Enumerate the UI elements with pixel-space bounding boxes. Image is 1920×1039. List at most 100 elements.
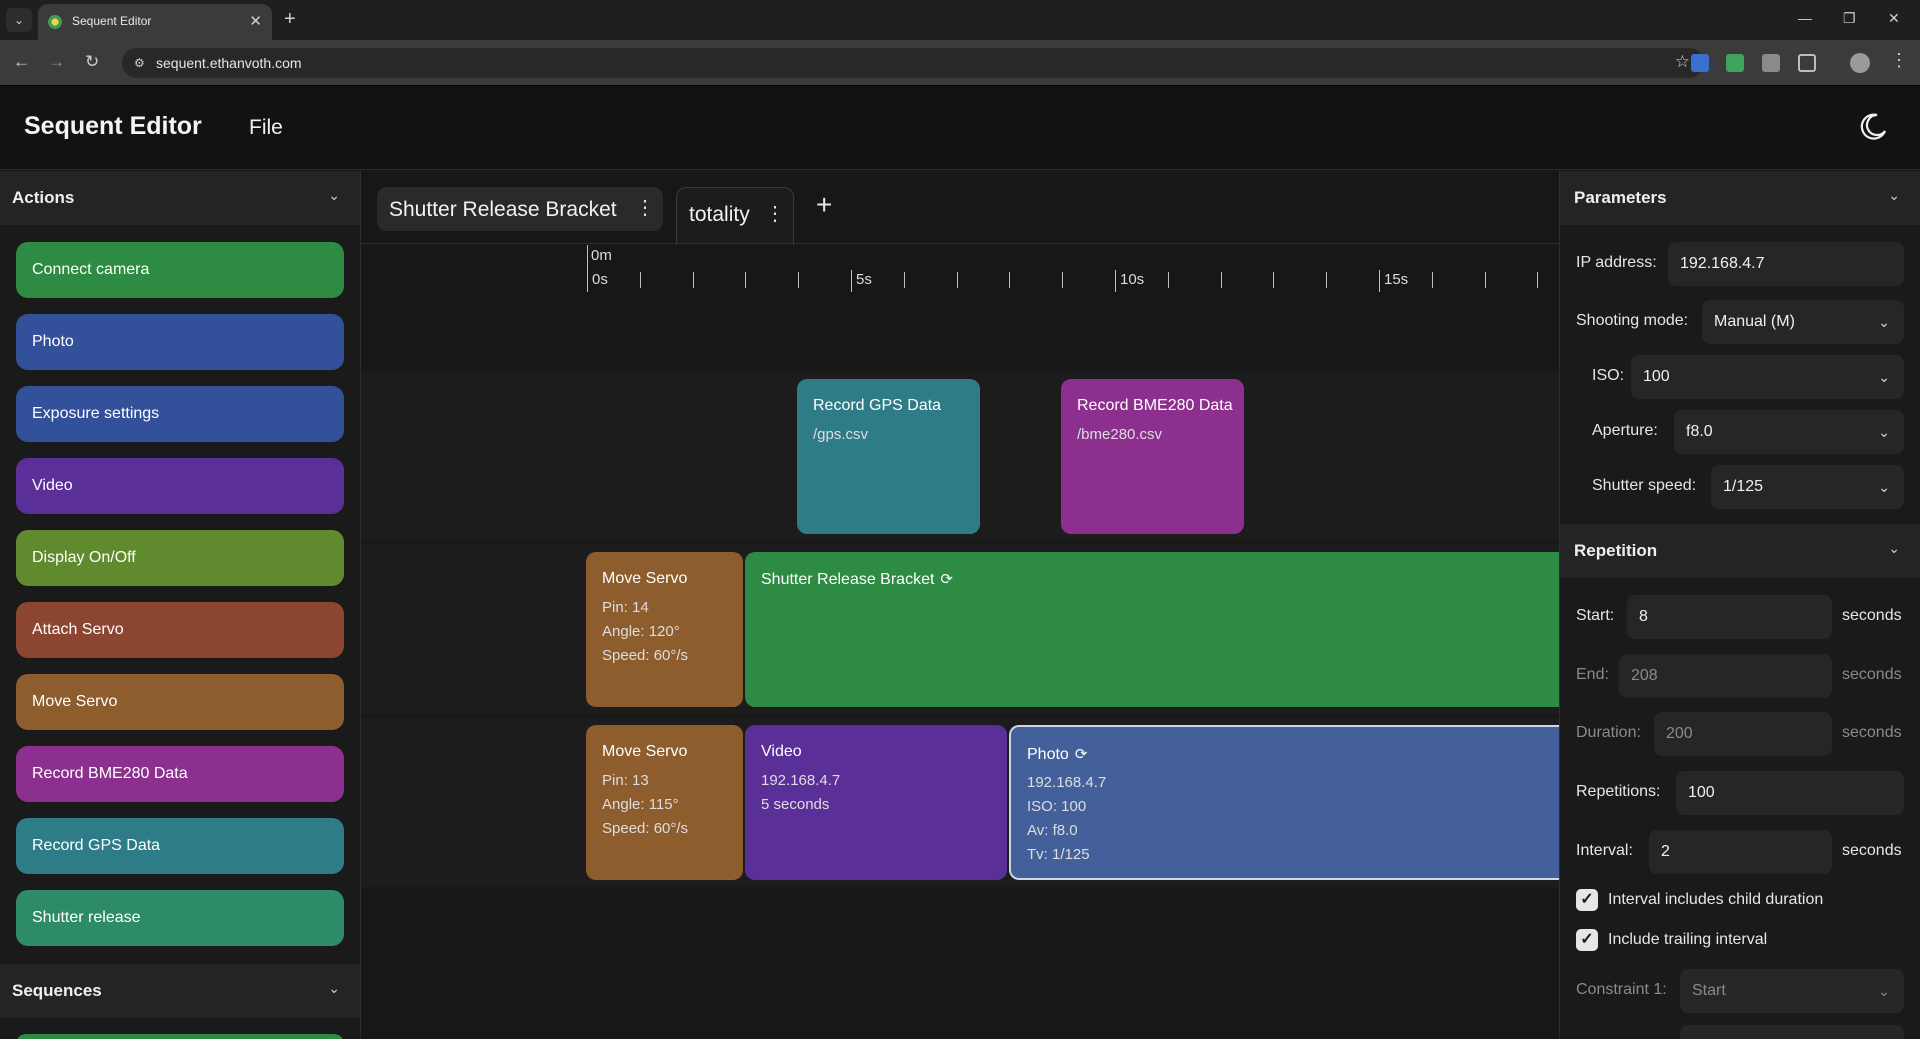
tab-shutter-release-bracket[interactable]: Shutter Release Bracket ⋮ <box>377 187 663 231</box>
chevron-down-icon[interactable]: ⌄ <box>328 980 340 997</box>
block-shutter-release-bracket[interactable]: Shutter Release Bracket ⟳ <box>745 552 1559 707</box>
block-detail: Speed: 60°/s <box>602 820 689 837</box>
shooting-mode-select[interactable]: Manual (M) ⌄ <box>1702 300 1904 344</box>
constraint-select-next[interactable] <box>1680 1025 1904 1039</box>
end-input[interactable]: 208 <box>1619 654 1832 698</box>
action-button[interactable]: Exposure settings <box>16 386 344 442</box>
block-record-bme280-data[interactable]: Record BME280 Data/bme280.csv <box>1061 379 1244 534</box>
block-title-text: Move Servo <box>602 570 688 587</box>
bookmark-star-icon[interactable]: ☆ <box>1675 52 1690 72</box>
extension-icon[interactable] <box>1762 54 1780 72</box>
duration-input[interactable]: 200 <box>1654 712 1832 756</box>
block-detail: 192.168.4.7 <box>1027 774 1107 791</box>
iso-value: 100 <box>1643 368 1670 385</box>
tab-totality[interactable]: totality ⋮ <box>676 187 794 245</box>
block-video[interactable]: Video 192.168.4.7 5 seconds <box>745 725 1007 880</box>
action-button[interactable]: Move Servo <box>16 674 344 730</box>
interval-child-duration-checkbox[interactable]: ✓ <box>1576 889 1598 911</box>
tab-label: Shutter Release Bracket <box>389 198 617 221</box>
iso-select[interactable]: 100 ⌄ <box>1631 355 1904 399</box>
tab-menu-icon[interactable]: ⋮ <box>635 195 655 220</box>
actions-header[interactable]: Actions ⌄ <box>0 171 360 225</box>
repeat-icon: ⟳ <box>1074 746 1088 763</box>
sequences-header[interactable]: Sequences ⌄ <box>0 964 360 1018</box>
moon-icon[interactable] <box>1858 112 1888 147</box>
window-close-icon[interactable]: ✕ <box>1888 10 1900 27</box>
profile-avatar[interactable] <box>1850 53 1870 73</box>
block-move-servo[interactable]: Move Servo Pin: 13 Angle: 115° Speed: 60°/s <box>586 725 743 880</box>
browser-toolbar: ← → ↻ ⚙ sequent.ethanvoth.com ☆ <box>0 40 1920 86</box>
block-record-gps-data[interactable]: Record GPS Data/gps.csv <box>797 379 980 534</box>
start-input[interactable]: 8 <box>1627 595 1832 639</box>
block-photo[interactable]: Photo ⟳ 192.168.4.7 ISO: 100 Av: f8.0 Tv: 1/1… <box>1009 725 1559 880</box>
aperture-select[interactable]: f8.0 ⌄ <box>1674 410 1904 454</box>
ruler-tick <box>640 272 641 288</box>
duration-label: Duration: <box>1576 724 1641 741</box>
chevron-down-icon[interactable]: ⌄ <box>328 187 340 204</box>
repetitions-input[interactable]: 100 <box>1676 771 1904 815</box>
action-button[interactable]: Display On/Off <box>16 530 344 586</box>
ruler-tick <box>1115 270 1116 292</box>
ruler-minute-label: 0m <box>591 247 612 264</box>
chevron-down-icon[interactable]: ⌄ <box>1888 187 1900 204</box>
app-title: Sequent Editor <box>24 112 202 140</box>
extensions-puzzle-icon[interactable] <box>1798 54 1816 72</box>
file-menu[interactable]: File <box>249 116 283 140</box>
browser-tab[interactable]: Sequent Editor ✕ <box>38 4 272 40</box>
reload-icon[interactable]: ↻ <box>85 52 99 72</box>
new-tab-button[interactable]: + <box>284 8 296 31</box>
action-button[interactable]: Record GPS Data <box>16 818 344 874</box>
add-sequence-button[interactable]: + <box>816 189 832 221</box>
block-move-servo[interactable]: Move Servo Pin: 14 Angle: 120° Speed: 60°/s <box>586 552 743 707</box>
repetition-header[interactable]: Repetition ⌄ <box>1560 524 1920 578</box>
sequence-item[interactable] <box>16 1034 344 1039</box>
ip-label: IP address: <box>1576 254 1657 271</box>
action-button[interactable]: Shutter release <box>16 890 344 946</box>
aperture-value: f8.0 <box>1686 423 1713 440</box>
extension-icon[interactable] <box>1691 54 1709 72</box>
chevron-down-icon[interactable]: ⌄ <box>1888 540 1900 557</box>
minimize-icon[interactable]: — <box>1798 10 1812 26</box>
extension-icon[interactable] <box>1726 54 1744 72</box>
iso-label: ISO: <box>1592 367 1625 384</box>
interval-input[interactable]: 2 <box>1649 830 1832 874</box>
sequences-heading: Sequences <box>12 981 102 1000</box>
block-detail: Speed: 60°/s <box>602 647 689 664</box>
ruler-tick <box>1537 272 1538 288</box>
ruler-tick <box>1221 272 1222 288</box>
constraint-select[interactable]: Start ⌄ <box>1680 969 1904 1013</box>
ip-input[interactable]: 192.168.4.7 <box>1668 242 1904 286</box>
shutter-speed-select[interactable]: 1/125 ⌄ <box>1711 465 1904 509</box>
ruler-tick <box>1168 272 1169 288</box>
restore-icon[interactable]: ❐ <box>1843 10 1856 27</box>
site-settings-icon[interactable]: ⚙ <box>134 56 145 70</box>
parameters-header[interactable]: Parameters ⌄ <box>1560 171 1920 225</box>
block-detail: Av: f8.0 <box>1027 822 1078 839</box>
app-header: Sequent Editor File <box>0 86 1920 170</box>
action-button[interactable]: Record BME280 Data <box>16 746 344 802</box>
trailing-interval-checkbox[interactable]: ✓ <box>1576 929 1598 951</box>
back-icon[interactable]: ← <box>13 52 30 72</box>
browser-menu-icon[interactable]: ⋮ <box>1890 50 1908 71</box>
block-detail: Pin: 14 <box>602 599 649 616</box>
parameters-heading: Parameters <box>1574 188 1667 207</box>
block-title-text: Video <box>761 743 802 760</box>
block-title-text: Move Servo <box>602 743 688 760</box>
chevron-down-icon: ⌄ <box>1878 424 1890 440</box>
block-detail: ISO: 100 <box>1027 798 1087 815</box>
block-detail: 5 seconds <box>761 796 830 813</box>
action-button[interactable]: Photo <box>16 314 344 370</box>
action-button[interactable]: Video <box>16 458 344 514</box>
block-title-text: Record GPS Data <box>813 397 942 414</box>
close-tab-icon[interactable]: ✕ <box>249 12 262 30</box>
tab-menu-icon[interactable]: ⋮ <box>765 201 785 226</box>
action-button[interactable]: Attach Servo <box>16 602 344 658</box>
forward-icon[interactable]: → <box>48 52 65 72</box>
address-bar[interactable]: ⚙ sequent.ethanvoth.com ☆ <box>122 48 1704 78</box>
ruler-tick <box>798 272 799 288</box>
tab-list-button[interactable]: ⌄ <box>6 8 32 32</box>
constraint-value: Start <box>1692 982 1726 999</box>
action-button[interactable]: Connect camera <box>16 242 344 298</box>
repeat-icon: ⟳ <box>940 571 953 588</box>
ruler-tick <box>1273 272 1274 288</box>
